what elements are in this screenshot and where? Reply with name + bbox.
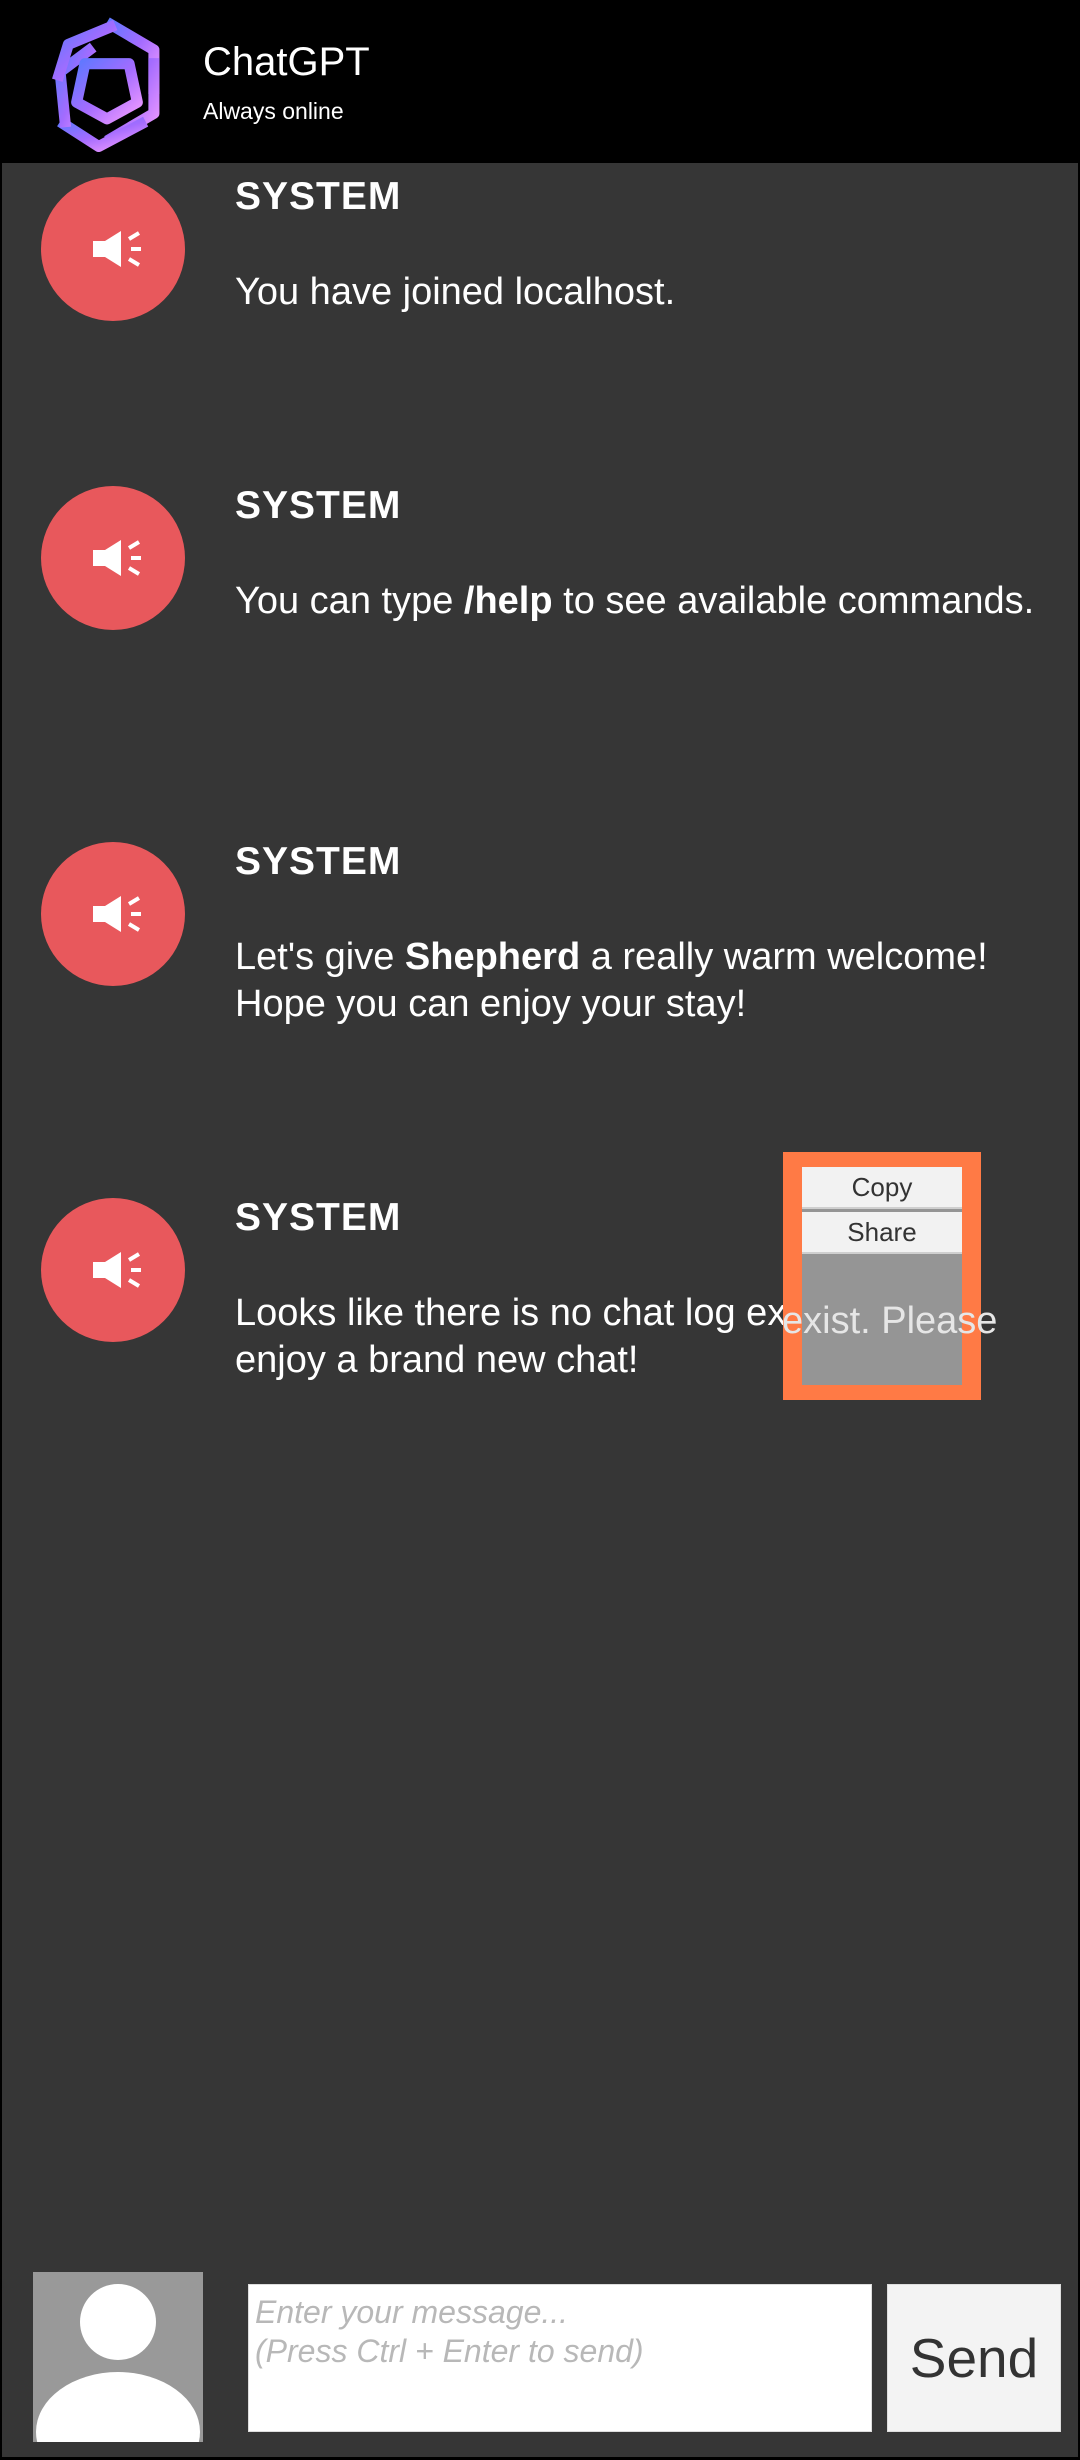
system-avatar: [41, 842, 185, 986]
message-text-part: You can type: [235, 580, 464, 622]
message-text: You can type /help to see available comm…: [235, 578, 1055, 625]
app-title: ChatGPT: [203, 40, 370, 84]
message-text-part: Let's give: [235, 936, 405, 978]
system-avatar: [41, 1198, 185, 1342]
message-sender: SYSTEM: [235, 175, 402, 218]
message-text: Let's give Shepherd a really warm welcom…: [235, 934, 1055, 1028]
message-text-part: to see available commands.: [552, 580, 1035, 622]
message-sender: SYSTEM: [235, 484, 402, 527]
selected-message-text: exist. Please: [782, 1300, 998, 1342]
openai-knot-icon: [52, 17, 160, 152]
megaphone-icon: [93, 231, 141, 267]
chat-screen: ChatGPT Always online SYSTEM You have jo…: [0, 0, 1080, 2460]
send-button[interactable]: Send: [887, 2284, 1061, 2432]
message-sender: SYSTEM: [235, 1196, 402, 1239]
username-highlight: Shepherd: [404, 936, 581, 978]
megaphone-icon: [93, 896, 141, 932]
megaphone-icon: [93, 1252, 141, 1288]
share-menu-item[interactable]: Share: [802, 1212, 962, 1254]
header: ChatGPT Always online: [0, 0, 1080, 163]
megaphone-icon: [93, 540, 141, 576]
user-avatar: [33, 2272, 203, 2442]
status-text: Always online: [203, 98, 344, 124]
copy-menu-item[interactable]: Copy: [802, 1167, 962, 1209]
user-silhouette-icon: [36, 2284, 200, 2442]
command-highlight: /help: [463, 580, 553, 622]
composer: Enter your message... (Press Ctrl + Ente…: [0, 2270, 1080, 2460]
message-input[interactable]: Enter your message... (Press Ctrl + Ente…: [248, 2284, 872, 2432]
message-sender: SYSTEM: [235, 840, 402, 883]
context-menu-panel: Copy Share exist. Please: [782, 1167, 997, 1385]
system-avatar: [41, 177, 185, 321]
context-menu: Copy Share exist. Please: [782, 1152, 997, 1400]
system-avatar: [41, 486, 185, 630]
message-text: You have joined localhost.: [235, 271, 676, 313]
